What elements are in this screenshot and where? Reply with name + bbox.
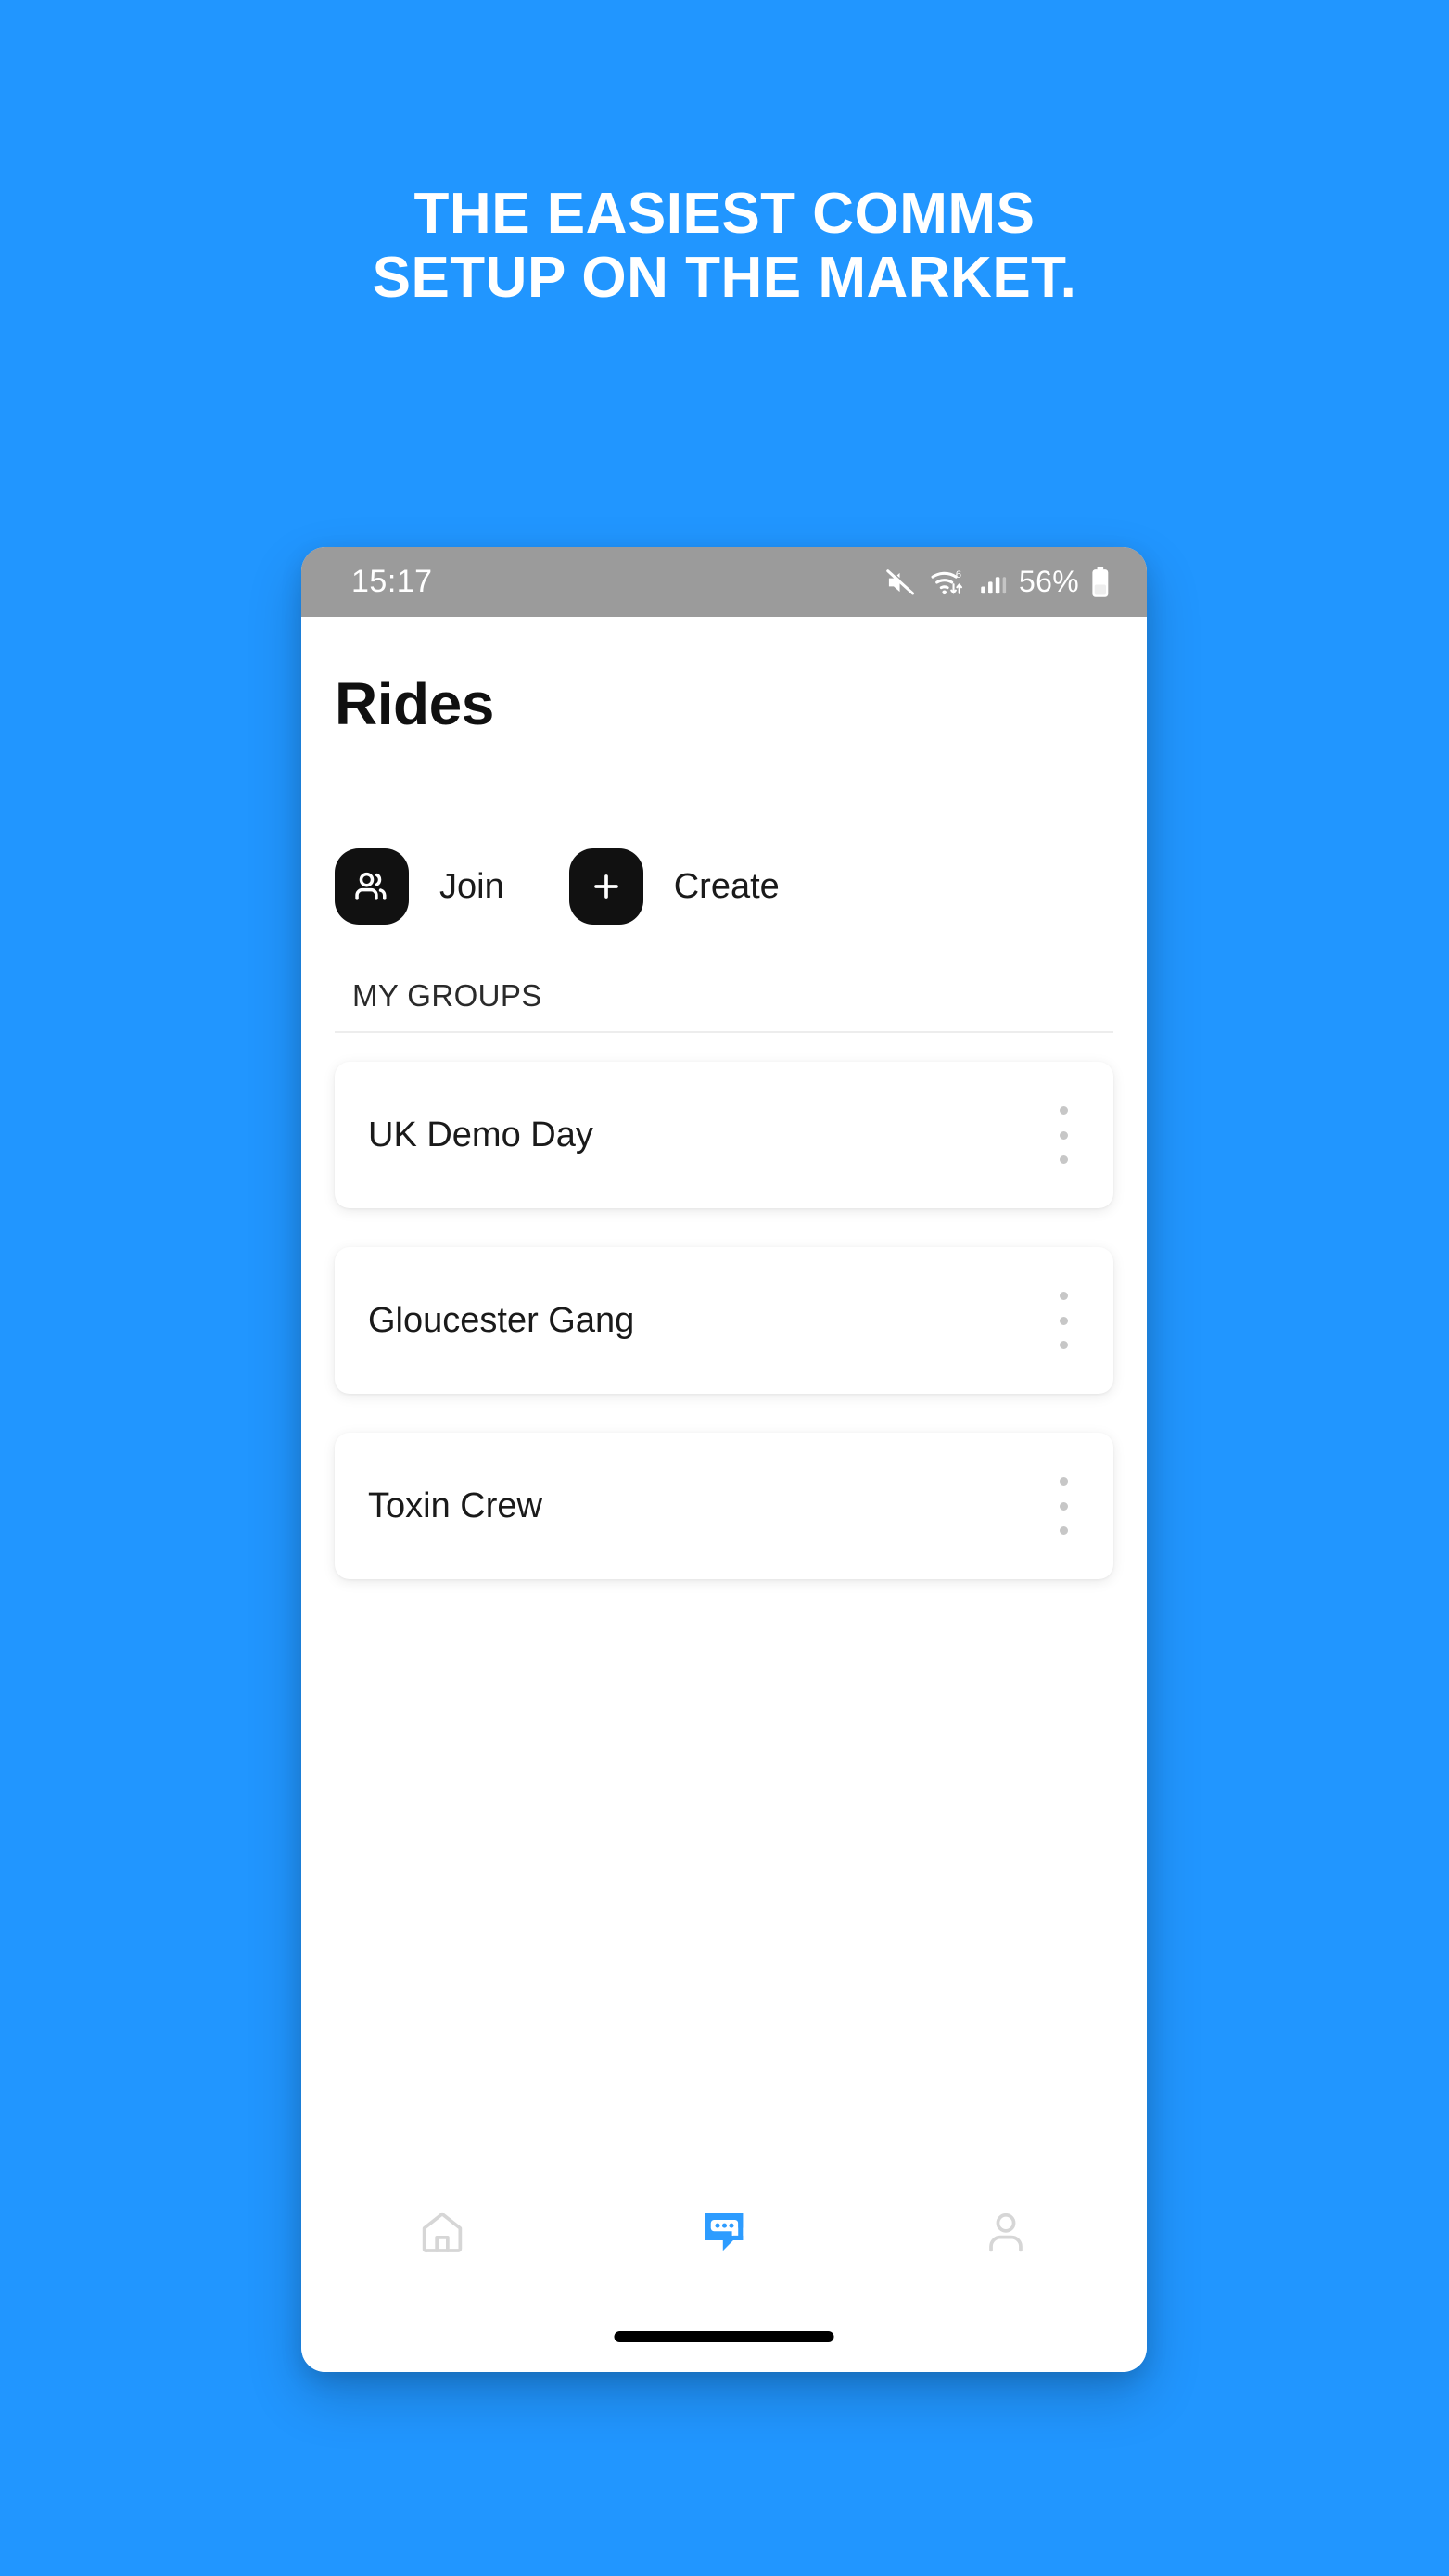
promo-headline-line-2: SETUP ON THE MARKET.: [372, 246, 1077, 311]
mute-icon: [884, 567, 918, 597]
page-title: Rides: [335, 670, 494, 737]
battery-icon: [1091, 567, 1110, 598]
kebab-menu-icon[interactable]: [1045, 1477, 1082, 1535]
wifi-6-icon: 6: [930, 567, 967, 598]
svg-text:6: 6: [956, 568, 961, 580]
kebab-menu-icon[interactable]: [1045, 1292, 1082, 1349]
promo-headline: THE EASIEST COMMS SETUP ON THE MARKET.: [0, 182, 1449, 311]
section-label-my-groups: MY GROUPS: [352, 978, 542, 1013]
join-label: Join: [439, 866, 504, 906]
promo-headline-line-1: THE EASIEST COMMS: [413, 182, 1036, 246]
status-bar-time: 15:17: [351, 564, 433, 599]
group-name: Gloucester Gang: [368, 1300, 635, 1340]
phone-mockup: 15:17 6 56% Rides Join Create MY GROUPS …: [301, 547, 1147, 2372]
plus-icon: [588, 868, 625, 905]
kebab-menu-icon[interactable]: [1045, 1106, 1082, 1164]
group-card[interactable]: Toxin Crew: [335, 1433, 1113, 1579]
nav-item-home[interactable]: [301, 2207, 583, 2257]
status-bar-indicators: 6 56%: [884, 565, 1110, 599]
app-screen: Rides Join Create MY GROUPS UK Demo Day …: [301, 617, 1147, 2372]
profile-icon: [981, 2207, 1031, 2257]
group-card[interactable]: UK Demo Day: [335, 1062, 1113, 1208]
nav-item-chat[interactable]: [583, 2205, 865, 2259]
create-button[interactable]: [568, 848, 643, 925]
home-indicator: [614, 2331, 834, 2342]
home-icon: [417, 2207, 467, 2257]
bottom-navigation-bar: [301, 2181, 1147, 2283]
nav-item-profile[interactable]: [865, 2207, 1147, 2257]
section-divider: [335, 1031, 1113, 1033]
battery-percent-label: 56%: [1019, 565, 1079, 598]
cellular-signal-icon: [979, 568, 1007, 596]
join-button[interactable]: [335, 848, 409, 925]
group-name: UK Demo Day: [368, 1115, 593, 1154]
group-list: UK Demo Day Gloucester Gang Toxin Crew: [335, 1062, 1113, 1618]
chat-bubble-icon: [697, 2205, 751, 2259]
group-card[interactable]: Gloucester Gang: [335, 1247, 1113, 1394]
group-name: Toxin Crew: [368, 1486, 542, 1525]
status-bar: 15:17 6 56%: [301, 547, 1147, 617]
people-icon: [351, 866, 392, 907]
create-label: Create: [673, 866, 780, 906]
action-row: Join Create: [335, 848, 845, 925]
